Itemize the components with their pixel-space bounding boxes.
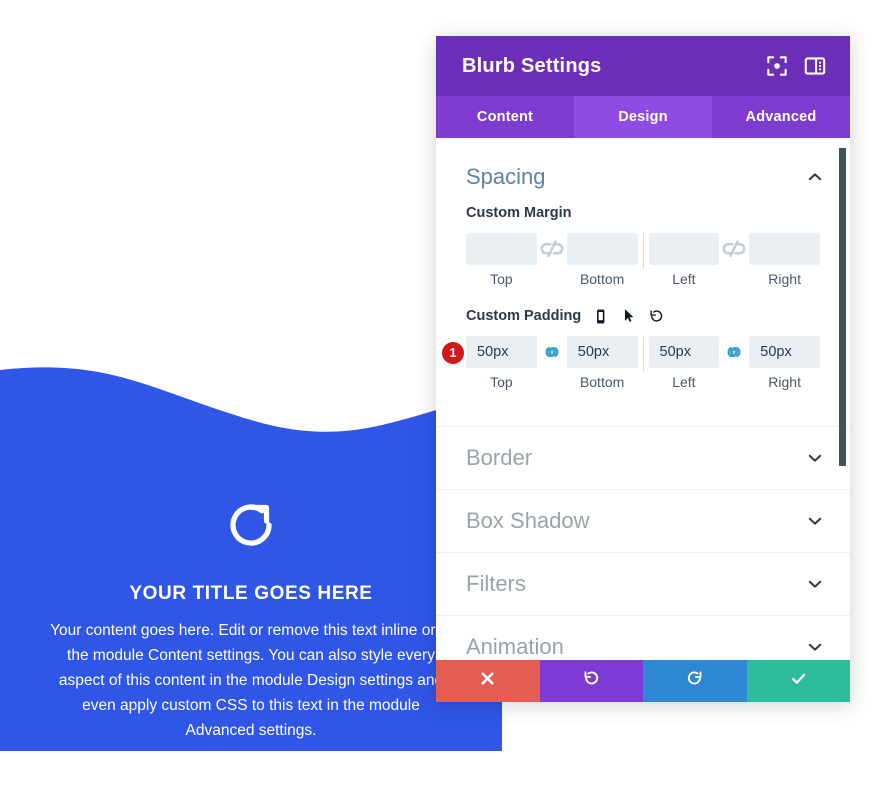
reset-icon[interactable]	[648, 308, 665, 325]
custom-margin-fields: Top Bottom Left Right	[466, 233, 820, 287]
close-x-icon	[478, 669, 497, 693]
chevron-up-icon[interactable]	[806, 168, 824, 186]
undo-arrow-icon	[582, 669, 601, 693]
custom-padding-top-cell: Top	[466, 336, 537, 390]
tab-design[interactable]: Design	[574, 96, 712, 138]
phone-icon[interactable]	[592, 308, 609, 325]
section-animation-label: Animation	[466, 634, 564, 659]
padding-change-badge[interactable]: 1	[442, 342, 464, 364]
blurb-module-preview[interactable]: YOUR TITLE GOES HERE Your content goes h…	[0, 318, 502, 751]
custom-padding-group: Custom Padding 1 50px Top 50px Bottom 50…	[436, 287, 850, 390]
field-divider	[642, 233, 644, 269]
custom-margin-group: Custom Margin Top Bottom Left Right	[436, 196, 850, 287]
custom-padding-horizontal-pair: Left Right	[648, 336, 820, 390]
modal-footer-actions	[436, 660, 850, 702]
custom-padding-bottom-cell: Bottom	[566, 336, 638, 390]
screen: YOUR TITLE GOES HERE Your content goes h…	[0, 0, 880, 785]
custom-margin-left-caption: Left	[672, 271, 696, 287]
custom-padding-right-caption: Right	[768, 374, 801, 390]
undo-button[interactable]	[539, 660, 643, 702]
custom-padding-bottom-input[interactable]	[566, 336, 638, 368]
scrollbar-thumb[interactable]	[839, 148, 846, 466]
custom-margin-right-cell: Right	[749, 233, 820, 287]
custom-margin-bottom-input[interactable]	[566, 233, 638, 265]
chevron-down-icon[interactable]	[806, 575, 824, 593]
redo-arrow-icon	[685, 669, 704, 693]
redo-button[interactable]	[643, 660, 747, 702]
section-border[interactable]: Border	[436, 426, 850, 489]
modal-header: Blurb Settings	[436, 36, 850, 96]
blurb-content: YOUR TITLE GOES HERE Your content goes h…	[0, 318, 502, 751]
custom-margin-label: Custom Margin	[466, 205, 572, 221]
custom-margin-left-cell: Left	[648, 233, 720, 287]
refresh-circle-icon	[219, 493, 283, 557]
tab-content[interactable]: Content	[436, 96, 574, 138]
custom-margin-top-cell: Top	[466, 233, 537, 287]
custom-margin-vertical-pair: Top Bottom	[466, 233, 638, 287]
custom-padding-label: Custom Padding	[466, 308, 582, 324]
blurb-body-text: Your content goes here. Edit or remove t…	[50, 622, 452, 739]
custom-padding-horizontal-link-toggle[interactable]	[719, 336, 749, 368]
custom-padding-top-input[interactable]	[466, 336, 537, 368]
mouse-cursor-icon[interactable]	[620, 307, 637, 326]
save-button[interactable]	[746, 660, 850, 702]
custom-padding-right-input[interactable]	[749, 336, 820, 368]
section-box-shadow-label: Box Shadow	[466, 508, 590, 533]
checkmark-icon	[789, 669, 808, 693]
custom-margin-right-input[interactable]	[749, 233, 820, 265]
custom-margin-top-caption: Top	[490, 271, 513, 287]
chevron-down-icon[interactable]	[806, 512, 824, 530]
scrollbar-track[interactable]	[838, 138, 848, 660]
custom-padding-top-caption: Top	[490, 374, 513, 390]
chevron-down-icon[interactable]	[806, 449, 824, 467]
cancel-button[interactable]	[436, 660, 540, 702]
section-box-shadow[interactable]: Box Shadow	[436, 489, 850, 552]
section-animation[interactable]: Animation	[436, 615, 850, 660]
custom-padding-bottom-caption: Bottom	[579, 374, 625, 390]
custom-margin-top-input[interactable]	[466, 233, 537, 265]
section-filters-label: Filters	[466, 571, 526, 596]
custom-margin-horizontal-link-toggle[interactable]	[719, 233, 749, 265]
custom-padding-label-row: Custom Padding	[466, 305, 820, 327]
custom-padding-left-cell: Left	[648, 336, 720, 390]
modal-body: Spacing Custom Margin Top Bottom Left Ri…	[436, 138, 850, 660]
custom-margin-left-input[interactable]	[648, 233, 720, 265]
section-spacing: Spacing Custom Margin Top Bottom Left Ri…	[436, 138, 850, 426]
tab-advanced[interactable]: Advanced	[712, 96, 850, 138]
section-filters[interactable]: Filters	[436, 552, 850, 615]
custom-padding-right-cell: Right	[749, 336, 820, 390]
focus-target-icon[interactable]	[764, 53, 790, 79]
blurb-title: YOUR TITLE GOES HERE	[129, 583, 373, 604]
modal-scroll-area: Spacing Custom Margin Top Bottom Left Ri…	[436, 138, 850, 660]
blurb-settings-modal: Blurb Settings Content Design Advanced S…	[436, 36, 850, 702]
section-spacing-title: Spacing	[466, 164, 546, 189]
modal-title: Blurb Settings	[462, 54, 602, 77]
section-border-label: Border	[466, 445, 533, 470]
custom-margin-bottom-cell: Bottom	[566, 233, 638, 287]
custom-padding-vertical-link-toggle[interactable]	[537, 336, 567, 368]
modal-tab-bar: Content Design Advanced	[436, 96, 850, 138]
custom-margin-right-caption: Right	[768, 271, 801, 287]
chevron-down-icon[interactable]	[806, 638, 824, 656]
custom-padding-vertical-pair: Top Bottom	[466, 336, 638, 390]
custom-padding-fields: 1 Top	[442, 336, 820, 390]
section-spacing-header[interactable]: Spacing	[436, 138, 850, 196]
custom-padding-left-caption: Left	[672, 374, 696, 390]
field-divider	[642, 336, 644, 372]
custom-margin-bottom-caption: Bottom	[579, 271, 625, 287]
custom-margin-label-row: Custom Margin	[466, 202, 820, 224]
panel-layout-icon[interactable]	[802, 53, 828, 79]
custom-padding-left-input[interactable]	[648, 336, 720, 368]
custom-margin-horizontal-pair: Left Right	[648, 233, 820, 287]
custom-margin-vertical-link-toggle[interactable]	[537, 233, 567, 265]
spacing-section-spacer	[436, 390, 850, 426]
